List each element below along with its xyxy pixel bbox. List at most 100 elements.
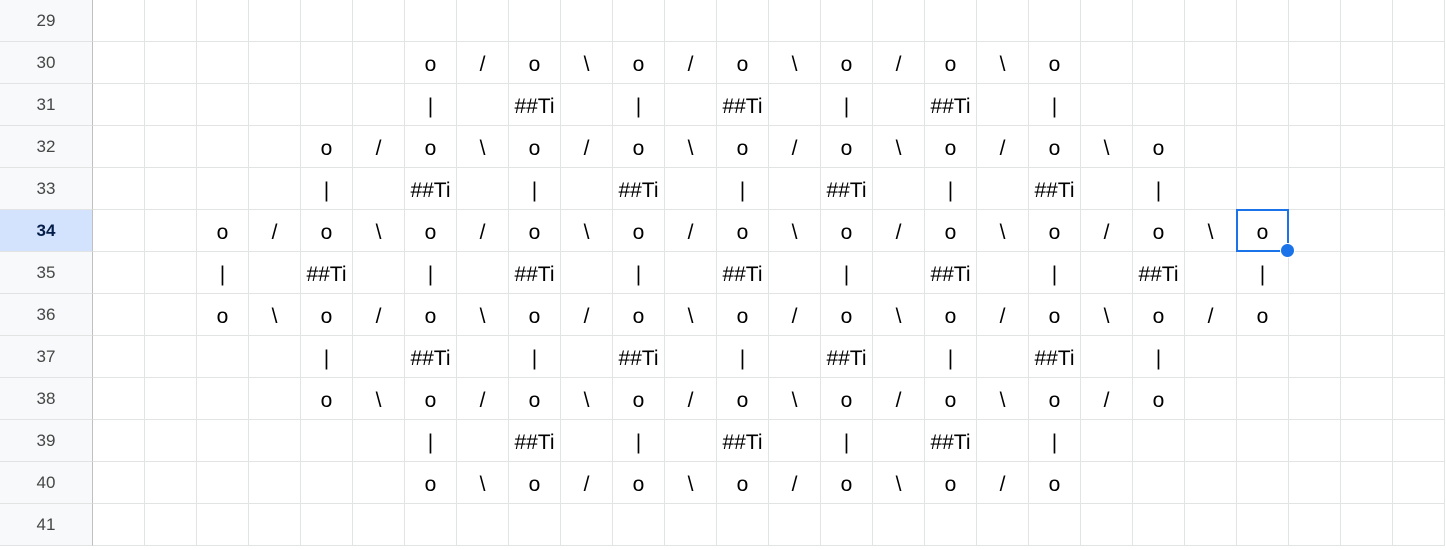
grid-cell[interactable]: |	[1237, 252, 1289, 294]
row-header-29[interactable]: 29	[0, 0, 93, 42]
grid-cell[interactable]	[353, 168, 405, 210]
grid-cell[interactable]: o	[613, 42, 665, 84]
grid-cell[interactable]: |	[1029, 84, 1081, 126]
grid-cell[interactable]	[249, 462, 301, 504]
fill-handle[interactable]	[1280, 243, 1295, 258]
grid-cell[interactable]: \	[665, 126, 717, 168]
grid-cell[interactable]	[1393, 462, 1445, 504]
grid-cell[interactable]	[1289, 210, 1341, 252]
grid-cell[interactable]	[821, 0, 873, 42]
grid-cell[interactable]: o	[405, 42, 457, 84]
grid-cell[interactable]	[1341, 210, 1393, 252]
grid-cell[interactable]	[1185, 378, 1237, 420]
grid-cell[interactable]: o	[509, 210, 561, 252]
row-header-32[interactable]: 32	[0, 126, 93, 168]
grid-cell[interactable]	[1289, 252, 1341, 294]
grid-cell[interactable]	[1393, 126, 1445, 168]
grid-cell[interactable]: o	[821, 42, 873, 84]
grid-cell[interactable]	[145, 378, 197, 420]
grid-cell[interactable]: ##Ti	[717, 420, 769, 462]
grid-cell[interactable]	[1289, 42, 1341, 84]
grid-cell[interactable]: ##Ti	[613, 336, 665, 378]
grid-cell[interactable]	[1133, 0, 1185, 42]
grid-cell[interactable]	[1237, 420, 1289, 462]
grid-cell[interactable]	[1393, 336, 1445, 378]
grid-cell[interactable]	[145, 336, 197, 378]
grid-cell[interactable]: /	[1081, 210, 1133, 252]
grid-cell[interactable]: /	[457, 42, 509, 84]
grid-cell[interactable]: o	[717, 294, 769, 336]
grid-cell[interactable]	[1185, 0, 1237, 42]
grid-cell[interactable]: |	[821, 252, 873, 294]
row-header-39[interactable]: 39	[0, 420, 93, 462]
grid-cell[interactable]: o	[1133, 378, 1185, 420]
grid-cell[interactable]	[873, 84, 925, 126]
grid-cell[interactable]	[1341, 336, 1393, 378]
grid-cell[interactable]	[509, 0, 561, 42]
grid-cell[interactable]	[1133, 420, 1185, 462]
grid-cell[interactable]	[1393, 294, 1445, 336]
grid-cell[interactable]: |	[405, 420, 457, 462]
grid-cell[interactable]	[769, 168, 821, 210]
grid-cell[interactable]: /	[665, 210, 717, 252]
grid-cell[interactable]: \	[561, 210, 613, 252]
grid-cell[interactable]: ##Ti	[509, 84, 561, 126]
grid-cell[interactable]: o	[1133, 210, 1185, 252]
grid-cell[interactable]	[1133, 84, 1185, 126]
grid-cell[interactable]	[249, 42, 301, 84]
grid-cell[interactable]: |	[821, 420, 873, 462]
grid-cell[interactable]	[405, 0, 457, 42]
grid-cell[interactable]	[301, 42, 353, 84]
grid-cell[interactable]	[457, 84, 509, 126]
row-header-31[interactable]: 31	[0, 84, 93, 126]
grid-cell[interactable]	[1341, 378, 1393, 420]
grid-cell[interactable]: /	[457, 378, 509, 420]
grid-cell[interactable]	[717, 0, 769, 42]
grid-cell[interactable]: |	[613, 84, 665, 126]
grid-cell[interactable]	[561, 168, 613, 210]
grid-cell[interactable]: |	[717, 168, 769, 210]
grid-cell[interactable]	[249, 252, 301, 294]
grid-cell[interactable]: ##Ti	[717, 252, 769, 294]
grid-cell[interactable]: /	[769, 126, 821, 168]
grid-cell[interactable]	[145, 294, 197, 336]
grid-cell[interactable]: |	[509, 336, 561, 378]
grid-cell[interactable]	[249, 378, 301, 420]
grid-cell[interactable]	[197, 378, 249, 420]
grid-cell[interactable]: \	[769, 210, 821, 252]
grid-cell[interactable]: o	[197, 210, 249, 252]
grid-cell[interactable]: o	[1029, 42, 1081, 84]
grid-cell[interactable]	[769, 252, 821, 294]
grid-cell[interactable]	[301, 504, 353, 546]
row-header-34[interactable]: 34	[0, 210, 93, 252]
grid-cell[interactable]: /	[977, 294, 1029, 336]
grid-cell[interactable]: o	[1133, 294, 1185, 336]
grid-cell[interactable]	[561, 420, 613, 462]
grid-cell[interactable]	[301, 420, 353, 462]
grid-cell[interactable]	[1341, 126, 1393, 168]
grid-cell[interactable]	[1393, 84, 1445, 126]
grid-cell[interactable]: \	[977, 210, 1029, 252]
grid-cell[interactable]	[197, 168, 249, 210]
grid-cell[interactable]: ##Ti	[509, 252, 561, 294]
grid-cell[interactable]: /	[665, 42, 717, 84]
grid-cell[interactable]: o	[1029, 126, 1081, 168]
grid-cell[interactable]	[665, 420, 717, 462]
grid-cell[interactable]	[301, 84, 353, 126]
grid-cell[interactable]	[717, 504, 769, 546]
grid-cell[interactable]: o	[821, 210, 873, 252]
grid-cell[interactable]: |	[301, 168, 353, 210]
grid-cell[interactable]	[1289, 420, 1341, 462]
grid-cell[interactable]: o	[717, 210, 769, 252]
grid-cell[interactable]	[93, 336, 145, 378]
grid-cell[interactable]	[1029, 504, 1081, 546]
grid-cell[interactable]	[1289, 378, 1341, 420]
grid-cell[interactable]: ##Ti	[1029, 336, 1081, 378]
grid-cell[interactable]	[353, 42, 405, 84]
grid-cell[interactable]	[1237, 336, 1289, 378]
grid-cell[interactable]: |	[197, 252, 249, 294]
grid-cell[interactable]	[249, 168, 301, 210]
grid-cell[interactable]: \	[769, 42, 821, 84]
grid-cell[interactable]	[93, 84, 145, 126]
grid-cell[interactable]	[249, 0, 301, 42]
